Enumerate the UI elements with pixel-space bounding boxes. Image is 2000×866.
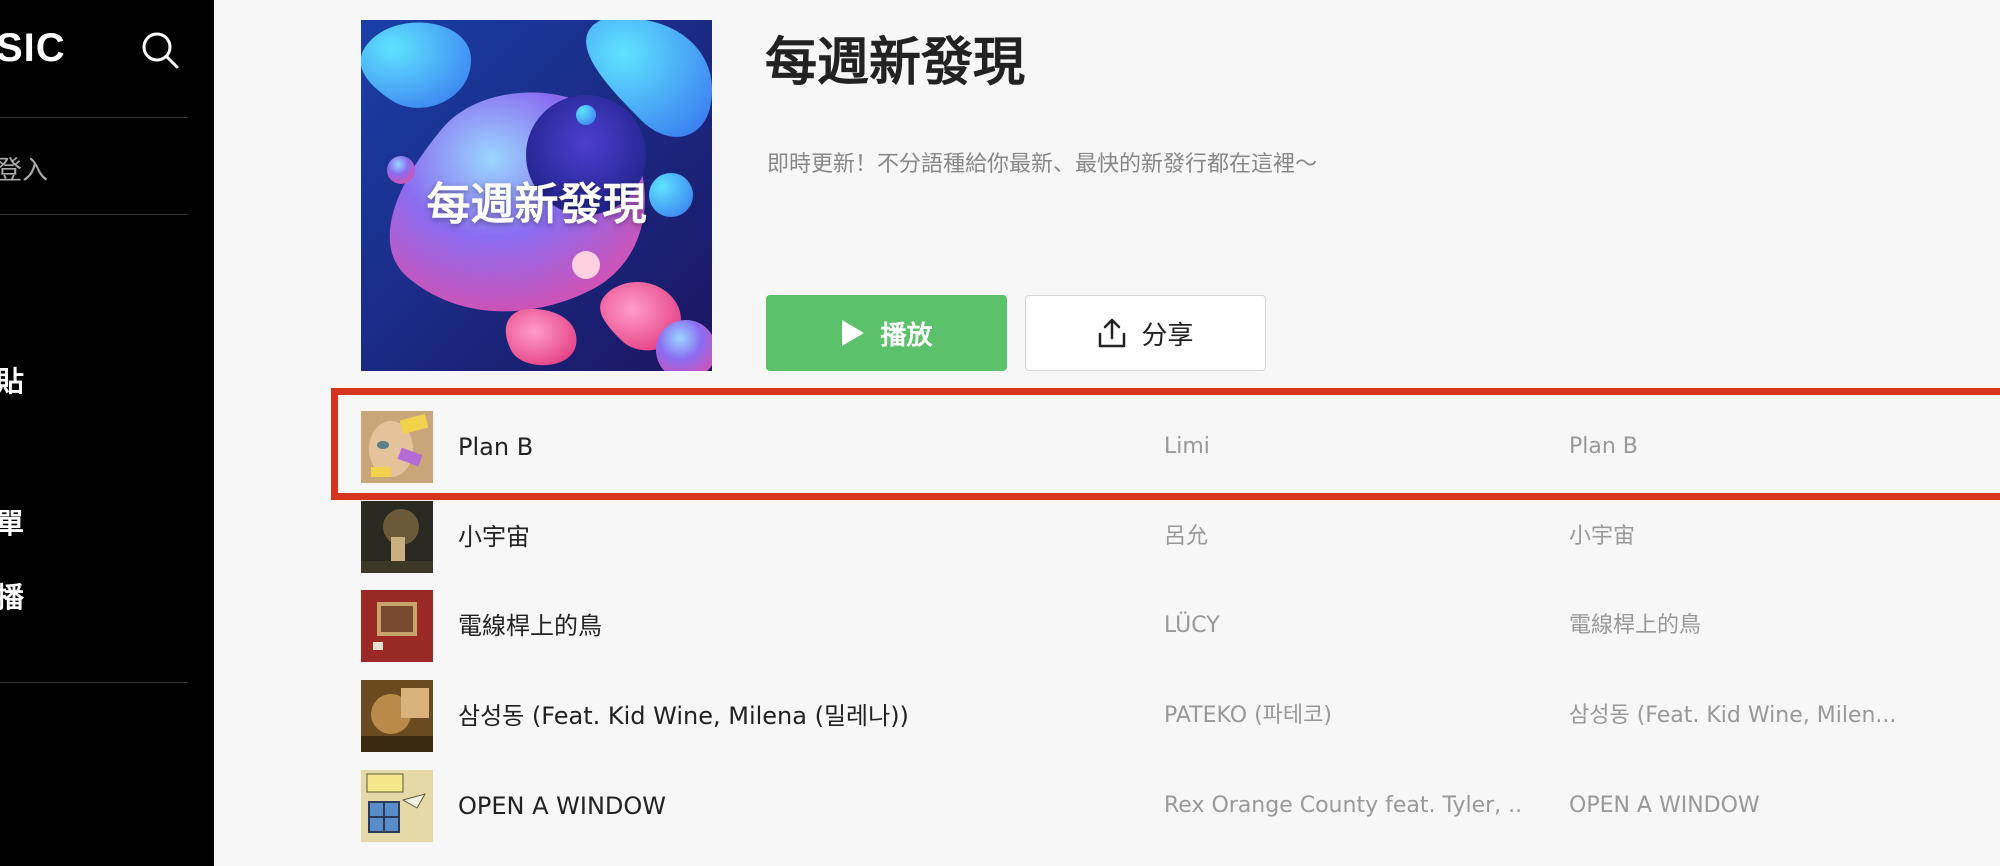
sidebar-divider [0,214,188,215]
track-title[interactable]: Plan B [458,411,533,483]
track-title[interactable]: OPEN A WINDOW [458,770,666,842]
track-artist[interactable]: Limi [1164,411,1524,483]
sidebar-divider [0,682,188,683]
track-row[interactable]: 삼성동 (Feat. Kid Wine, Milena (밀레나)) PATEK… [361,680,2000,752]
page-title: 每週新發現 [765,33,1026,93]
track-album[interactable]: Plan B [1569,411,1638,483]
track-album[interactable]: 電線桿上的鳥 [1569,590,1701,662]
track-row[interactable]: Plan B Limi Plan B [361,411,2000,483]
album-thumbnail [361,680,433,752]
sidebar-item-2[interactable]: 單 [0,502,24,542]
sidebar-divider [0,117,188,118]
play-button[interactable]: 播放 [766,295,1007,371]
playlist-description: 即時更新！不分語種給你最新、最快的新發行都在這裡～ [767,152,1318,177]
track-album[interactable]: 삼성동 (Feat. Kid Wine, Milen... [1569,680,1896,752]
app-logo: SIC [0,26,66,70]
track-row[interactable]: OPEN A WINDOW Rex Orange County feat. Ty… [361,770,2000,842]
play-icon [842,320,865,346]
track-artist[interactable]: PATEKO (파테코) [1164,680,1524,752]
share-button-label: 分享 [1141,320,1194,351]
share-icon [1099,318,1126,348]
sidebar-item-3[interactable]: 播 [0,576,24,616]
track-title[interactable]: 電線桿上的鳥 [458,590,602,662]
album-thumbnail [361,590,433,662]
track-artist[interactable]: Rex Orange County feat. Tyler, ... [1164,770,1524,842]
album-thumbnail [361,770,433,842]
cover-title: 每週新發現 [426,179,647,230]
track-row[interactable]: 小宇宙 呂允 小宇宙 [361,501,2000,573]
playlist-cover: 每週新發現 [361,20,712,371]
sidebar: SIC 登入 貼 單 播 [0,0,214,866]
login-link[interactable]: 登入 [0,150,48,187]
track-artist[interactable]: 呂允 [1164,501,1524,573]
track-artist[interactable]: LÜCY [1164,590,1524,662]
search-icon[interactable] [140,30,180,70]
share-button[interactable]: 分享 [1025,295,1266,371]
sidebar-item-1[interactable]: 貼 [0,360,24,400]
track-row[interactable]: 電線桿上的鳥 LÜCY 電線桿上的鳥 [361,590,2000,662]
track-album[interactable]: 小宇宙 [1569,501,1635,573]
play-button-label: 播放 [880,320,933,351]
track-album[interactable]: OPEN A WINDOW [1569,770,1760,842]
album-thumbnail [361,501,433,573]
album-thumbnail [361,411,433,483]
track-title[interactable]: 小宇宙 [458,501,530,573]
track-title[interactable]: 삼성동 (Feat. Kid Wine, Milena (밀레나)) [458,680,909,752]
